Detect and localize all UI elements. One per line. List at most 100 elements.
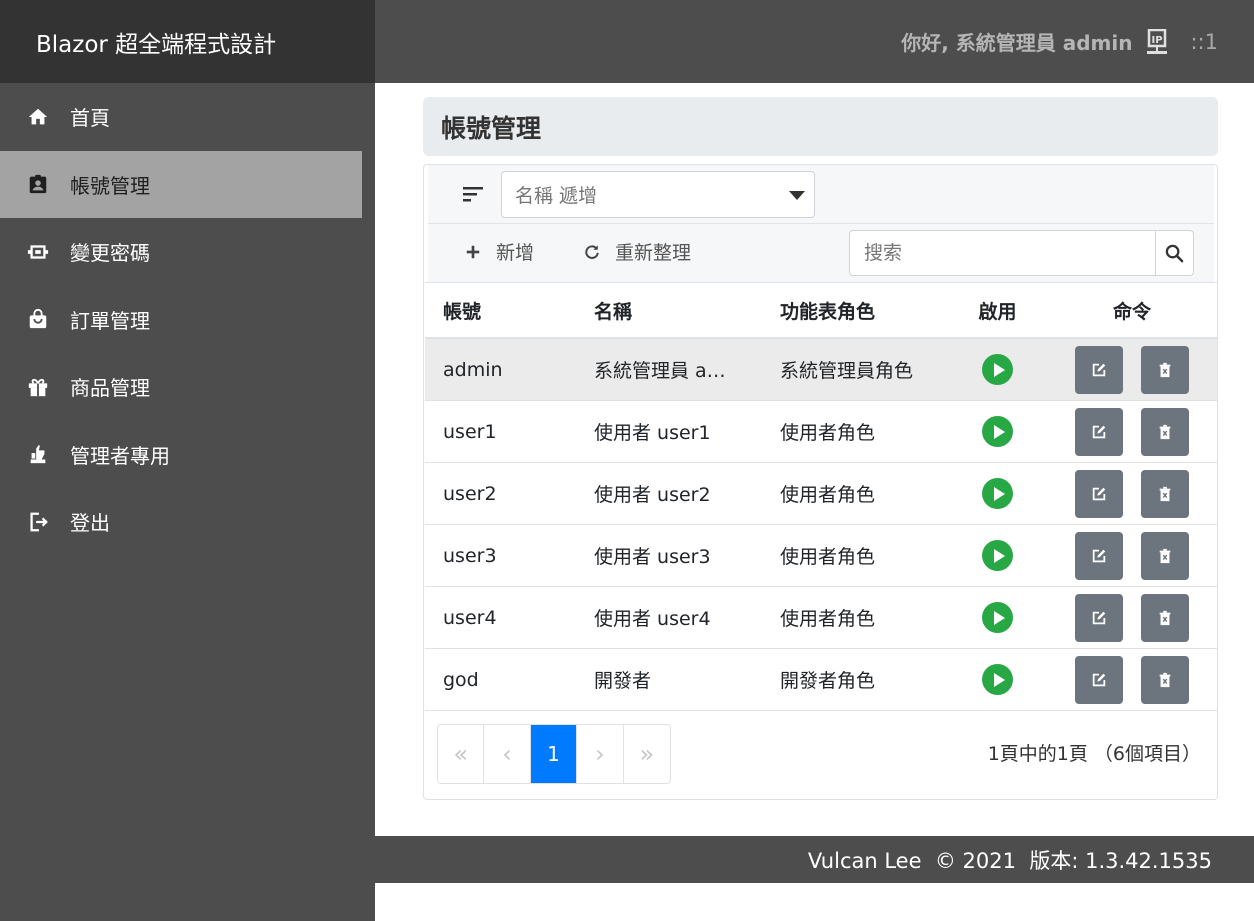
cell-role: 使用者角色 (780, 422, 876, 444)
sidebar-item-label: 首頁 (70, 106, 110, 131)
sidebar-item-logout[interactable]: 登出 (0, 488, 375, 556)
pager-prev-button[interactable]: ‹ (484, 725, 531, 783)
edit-button[interactable] (1075, 407, 1123, 456)
trash-icon (1159, 610, 1171, 625)
footer: Vulcan Lee © 2021 版本: 1.3.42.1535 (375, 836, 1254, 883)
edit-button[interactable] (1075, 593, 1123, 642)
pager-info: 1頁中的1頁 （6個項目） (987, 743, 1201, 765)
table-row[interactable]: god 開發者 開發者角色 (425, 649, 1217, 711)
sidebar-item-account-management[interactable]: 帳號管理 (0, 150, 362, 218)
cell-enabled (948, 602, 1047, 633)
sidebar-item-label: 變更密碼 (70, 241, 150, 266)
pager-first-button[interactable]: « (438, 725, 485, 783)
search-button[interactable] (1156, 230, 1194, 276)
account-table: 帳號 名稱 功能表角色 啟用 命令 admin 系統管理員 a… 系統管理員角色… (425, 282, 1217, 711)
cell-name: 使用者 user4 (594, 608, 711, 630)
edit-button[interactable] (1075, 469, 1123, 518)
refresh-button-label: 重新整理 (615, 242, 692, 264)
edit-button[interactable] (1075, 345, 1123, 394)
cell-commands (1047, 531, 1217, 580)
cell-account: user2 (443, 482, 497, 505)
delete-button[interactable] (1141, 469, 1189, 518)
column-header-enabled[interactable]: 啟用 (948, 297, 1047, 324)
chevron-down-icon (789, 191, 805, 200)
pager-page-button[interactable]: 1 (530, 725, 578, 783)
ip-address-icon[interactable]: IP (1146, 28, 1168, 55)
cell-commands (1047, 407, 1217, 456)
edit-button[interactable] (1075, 655, 1123, 704)
cell-enabled (948, 664, 1047, 695)
enabled-play-icon (982, 478, 1013, 509)
sidebar-item-label: 商品管理 (70, 376, 150, 401)
edit-button[interactable] (1075, 531, 1123, 580)
edit-icon (1092, 549, 1106, 562)
top-bar: 你好, 系統管理員 admin IP ::1 (375, 0, 1254, 83)
delete-button[interactable] (1141, 593, 1189, 642)
cell-account: user3 (443, 544, 497, 567)
trash-icon (1159, 548, 1171, 563)
cell-name: 系統管理員 a… (594, 360, 726, 382)
sort-select[interactable]: 名稱 遞增 (501, 171, 815, 218)
cell-commands (1047, 345, 1217, 394)
sidebar-item-change-password[interactable]: 變更密碼 (0, 218, 375, 286)
home-icon (26, 105, 50, 129)
delete-button[interactable] (1141, 531, 1189, 580)
plus-icon (464, 243, 482, 261)
cell-enabled (948, 354, 1047, 385)
user-greeting: 你好, 系統管理員 admin (901, 31, 1133, 55)
cell-name: 使用者 user1 (594, 422, 711, 444)
delete-button[interactable] (1141, 655, 1189, 704)
footer-text: Vulcan Lee © 2021 版本: 1.3.42.1535 (807, 848, 1212, 873)
edit-icon (1092, 363, 1106, 376)
cell-name: 開發者 (594, 670, 652, 692)
account-grid: 名稱 遞增 新增 重新整理 搜索 帳號 名稱 功能表角色 啟用 命令 admin… (423, 164, 1218, 800)
pager-next-button[interactable]: › (577, 725, 624, 783)
cell-enabled (948, 416, 1047, 447)
table-row[interactable]: user4 使用者 user4 使用者角色 (425, 587, 1217, 649)
account-badge-icon (26, 172, 50, 196)
cell-account: admin (443, 358, 503, 381)
sidebar-item-home[interactable]: 首頁 (0, 83, 375, 151)
pager-last-button[interactable]: » (624, 725, 670, 783)
refresh-button[interactable]: 重新整理 (583, 238, 691, 265)
column-header-account[interactable]: 帳號 (425, 297, 576, 324)
online-count: ::1 (1190, 29, 1218, 54)
sidebar-item-label: 帳號管理 (70, 173, 150, 198)
add-button[interactable]: 新增 (464, 238, 534, 265)
column-header-name[interactable]: 名稱 (576, 297, 762, 324)
edit-icon (1092, 611, 1106, 624)
refresh-icon (583, 243, 601, 261)
cell-enabled (948, 478, 1047, 509)
sidebar-item-label: 管理者專用 (70, 443, 170, 468)
sidebar-item-label: 訂單管理 (70, 308, 150, 333)
sidebar-item-product-management[interactable]: 商品管理 (0, 353, 375, 421)
search-input[interactable] (849, 230, 1157, 276)
edit-icon (1092, 673, 1106, 686)
cell-account: user4 (443, 606, 497, 629)
column-header-role[interactable]: 功能表角色 (762, 297, 948, 324)
edit-icon (1092, 487, 1106, 500)
sidebar-item-order-management[interactable]: 訂單管理 (0, 286, 375, 354)
column-header-commands: 命令 (1112, 300, 1151, 323)
table-row[interactable]: user2 使用者 user2 使用者角色 (425, 463, 1217, 525)
cell-name: 使用者 user3 (594, 546, 711, 568)
cell-role: 使用者角色 (780, 608, 876, 630)
sort-select-value: 名稱 遞增 (515, 185, 598, 207)
search-icon (1165, 244, 1184, 262)
cell-role: 開發者角色 (780, 670, 876, 692)
table-row[interactable]: user3 使用者 user3 使用者角色 (425, 525, 1217, 587)
cell-role: 系統管理員角色 (780, 360, 914, 382)
key-icon (26, 240, 50, 264)
app-brand[interactable]: Blazor 超全端程式設計 (0, 0, 375, 83)
sidebar-item-admin-only[interactable]: 管理者專用 (0, 421, 375, 489)
edit-icon (1092, 425, 1106, 438)
logout-icon (26, 510, 50, 534)
grid-toolbar: 名稱 遞增 新增 重新整理 (428, 165, 1214, 282)
delete-button[interactable] (1141, 345, 1189, 394)
enabled-play-icon (982, 602, 1013, 633)
delete-button[interactable] (1141, 407, 1189, 456)
enabled-play-icon (982, 540, 1013, 571)
enabled-play-icon (982, 664, 1013, 695)
table-row[interactable]: admin 系統管理員 a… 系統管理員角色 (425, 339, 1217, 401)
table-row[interactable]: user1 使用者 user1 使用者角色 (425, 401, 1217, 463)
